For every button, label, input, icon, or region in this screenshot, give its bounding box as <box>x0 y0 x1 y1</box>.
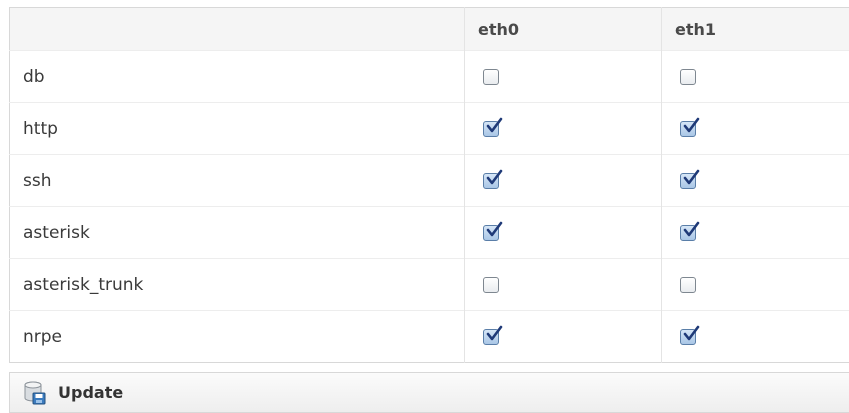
update-button-label: Update <box>58 383 124 402</box>
table-header-row: eth0 eth1 <box>9 7 849 51</box>
database-save-icon <box>24 381 46 405</box>
table-row: http <box>9 102 849 155</box>
column-header-eth1: eth1 <box>661 7 849 51</box>
checkbox-http-eth1[interactable] <box>680 117 700 137</box>
cell-eth0 <box>464 310 662 363</box>
service-name: asterisk <box>9 206 465 259</box>
checkmark-icon <box>683 169 700 184</box>
checkbox-http-eth0[interactable] <box>483 117 503 137</box>
table-row: ssh <box>9 154 849 207</box>
service-interface-table: eth0 eth1 db http ssh asterisk asterisk_trun… <box>9 7 849 363</box>
service-name: ssh <box>9 154 465 207</box>
checkbox-ssh-eth0[interactable] <box>483 169 503 189</box>
checkbox-asterisk-eth0[interactable] <box>483 221 503 241</box>
cell-eth1 <box>661 50 849 103</box>
table-row: asterisk <box>9 206 849 259</box>
cell-eth0 <box>464 102 662 155</box>
service-name: db <box>9 50 465 103</box>
checkmark-icon <box>486 169 503 184</box>
checkmark-icon <box>683 325 700 340</box>
service-interface-table-container: eth0 eth1 db http ssh asterisk asterisk_trun… <box>9 7 849 363</box>
service-name: http <box>9 102 465 155</box>
update-button[interactable]: Update <box>9 372 849 413</box>
cell-eth1 <box>661 310 849 363</box>
checkbox-asterisk_trunk-eth0[interactable] <box>483 276 499 293</box>
cell-eth0 <box>464 206 662 259</box>
cell-eth0 <box>464 258 662 311</box>
checkmark-icon <box>683 117 700 132</box>
cell-eth1 <box>661 206 849 259</box>
column-header-eth0: eth0 <box>464 7 662 51</box>
checkbox-ssh-eth1[interactable] <box>680 169 700 189</box>
checkbox-asterisk-eth1[interactable] <box>680 221 700 241</box>
cell-eth1 <box>661 102 849 155</box>
checkbox-asterisk_trunk-eth1[interactable] <box>680 276 696 293</box>
checkbox-nrpe-eth0[interactable] <box>483 325 503 345</box>
checkbox-nrpe-eth1[interactable] <box>680 325 700 345</box>
service-name: asterisk_trunk <box>9 258 465 311</box>
checkmark-icon <box>683 221 700 236</box>
checkmark-icon <box>486 117 503 132</box>
cell-eth1 <box>661 258 849 311</box>
table-row: nrpe <box>9 310 849 363</box>
checkmark-icon <box>486 221 503 236</box>
checkmark-icon <box>486 325 503 340</box>
checkbox-db-eth1[interactable] <box>680 68 696 85</box>
column-header-service <box>9 7 465 51</box>
cell-eth0 <box>464 154 662 207</box>
service-name: nrpe <box>9 310 465 363</box>
checkbox-db-eth0[interactable] <box>483 68 499 85</box>
cell-eth1 <box>661 154 849 207</box>
table-row: db <box>9 50 849 103</box>
cell-eth0 <box>464 50 662 103</box>
table-row: asterisk_trunk <box>9 258 849 311</box>
